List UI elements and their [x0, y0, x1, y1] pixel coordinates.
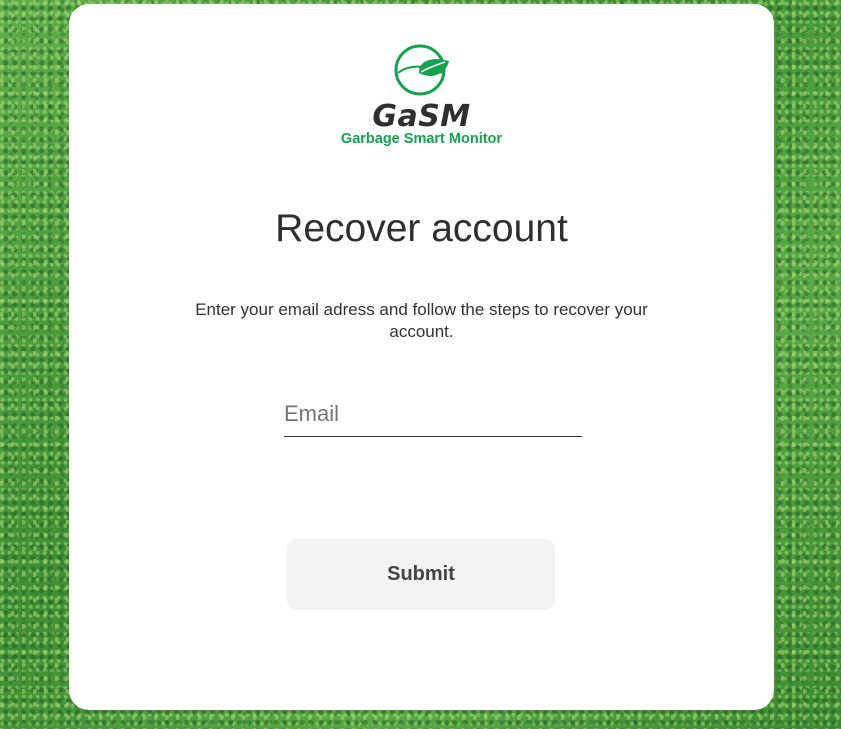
brand-name: GaSM	[372, 99, 471, 134]
submit-button[interactable]: Submit	[287, 539, 555, 610]
brand-tagline: Garbage Smart Monitor	[340, 131, 503, 147]
email-field[interactable]	[284, 392, 582, 437]
leaf-icon	[394, 44, 449, 96]
logo: GaSM Garbage Smart Monitor	[69, 44, 774, 147]
recover-card: GaSM Garbage Smart Monitor Recover accou…	[69, 4, 774, 710]
recover-instructions: Enter your email adress and follow the s…	[195, 300, 648, 341]
page-title: Recover account	[275, 207, 568, 250]
